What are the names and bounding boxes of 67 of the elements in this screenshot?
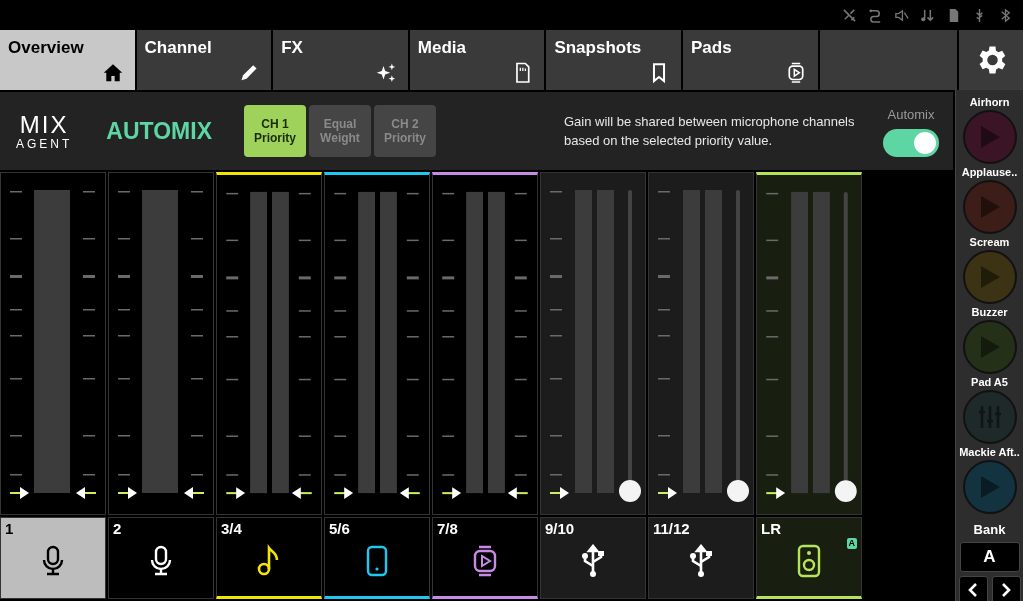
channel-tile[interactable]: 5/6 xyxy=(324,517,430,599)
chevron-right-icon xyxy=(1000,582,1012,598)
gain-arrow-icon xyxy=(658,487,677,499)
speaker-icon xyxy=(894,7,909,23)
channel-tile[interactable]: 9/10 xyxy=(540,517,646,599)
play-icon xyxy=(978,265,1001,289)
play-icon xyxy=(978,195,1001,219)
channel-tile[interactable]: LR A xyxy=(756,517,862,599)
pad-name: Buzzer xyxy=(971,306,1008,319)
tab[interactable]: Media xyxy=(409,30,545,90)
channel-tile[interactable]: 7/8 xyxy=(432,517,538,599)
channel-tile[interactable]: 2 xyxy=(108,517,214,599)
pad-name: Scream xyxy=(969,236,1010,249)
fader-thumb[interactable] xyxy=(834,480,857,503)
channel-label: LR xyxy=(761,520,782,538)
logo-text: MIX xyxy=(19,111,69,138)
logo-subtext: AGENT xyxy=(16,137,73,151)
play-icon xyxy=(978,475,1001,499)
channel-label: 9/10 xyxy=(545,520,576,538)
gain-arrow-icon xyxy=(442,487,462,500)
tab[interactable]: FX xyxy=(273,30,408,90)
channel-label: 7/8 xyxy=(437,520,459,538)
tab[interactable]: Channel xyxy=(136,30,272,90)
channel-label: 5/6 xyxy=(329,520,351,538)
pad-name: Applause.. xyxy=(961,166,1018,179)
badge-label: A xyxy=(846,538,857,549)
gain-arrow-icon xyxy=(507,487,528,500)
gain-arrow-icon xyxy=(184,487,204,499)
toggle-label: Automix xyxy=(887,106,935,125)
tab[interactable]: Overview xyxy=(0,30,135,90)
previous-button[interactable] xyxy=(958,575,988,601)
gain-arrow-icon xyxy=(550,487,569,499)
chevron-left-icon xyxy=(967,582,979,598)
channel-tile[interactable]: 1 xyxy=(0,517,106,599)
automix-toggle[interactable] xyxy=(883,128,939,157)
next-button[interactable] xyxy=(991,575,1021,601)
bank-label: Bank xyxy=(973,521,1006,539)
play-icon xyxy=(978,125,1001,149)
channel-label: 2 xyxy=(113,520,123,538)
tab[interactable]: Snapshots xyxy=(546,30,681,90)
channel-label: 1 xyxy=(5,520,15,538)
pad-name: Pad A5 xyxy=(971,376,1008,389)
channel-label: 3/4 xyxy=(221,520,243,538)
gain-arrow-icon xyxy=(226,487,246,500)
gain-arrow-icon xyxy=(399,487,420,500)
channel-label: 11/12 xyxy=(653,520,691,538)
fader-thumb[interactable] xyxy=(727,480,749,502)
gain-arrow-icon xyxy=(76,487,96,499)
section-title: AUTOMIX xyxy=(106,116,212,146)
settings-button[interactable] xyxy=(958,30,1023,90)
route-icon xyxy=(868,7,883,23)
gain-arrow-icon xyxy=(118,487,137,499)
bank-value: A xyxy=(959,541,1020,572)
pad-name: Airhorn xyxy=(969,96,1010,109)
note-icon xyxy=(920,7,935,23)
crossed-cable-icon xyxy=(842,7,857,23)
fader-thumb[interactable] xyxy=(619,480,641,502)
channel-tile[interactable]: 11/12 xyxy=(648,517,754,599)
tab[interactable]: Pads xyxy=(682,30,818,90)
channel-tile[interactable]: 3/4 xyxy=(216,517,322,599)
gain-arrow-icon xyxy=(291,487,312,500)
priority-option[interactable]: CH 1 Priority xyxy=(244,105,306,157)
gain-arrow-icon xyxy=(334,487,354,500)
pad-name: Mackie Aft.. xyxy=(959,446,1020,459)
description-text: Gain will be shared between microphone channels based on the selected priority value. xyxy=(564,113,856,150)
gain-arrow-icon xyxy=(766,487,786,500)
gain-arrow-icon xyxy=(10,487,29,499)
